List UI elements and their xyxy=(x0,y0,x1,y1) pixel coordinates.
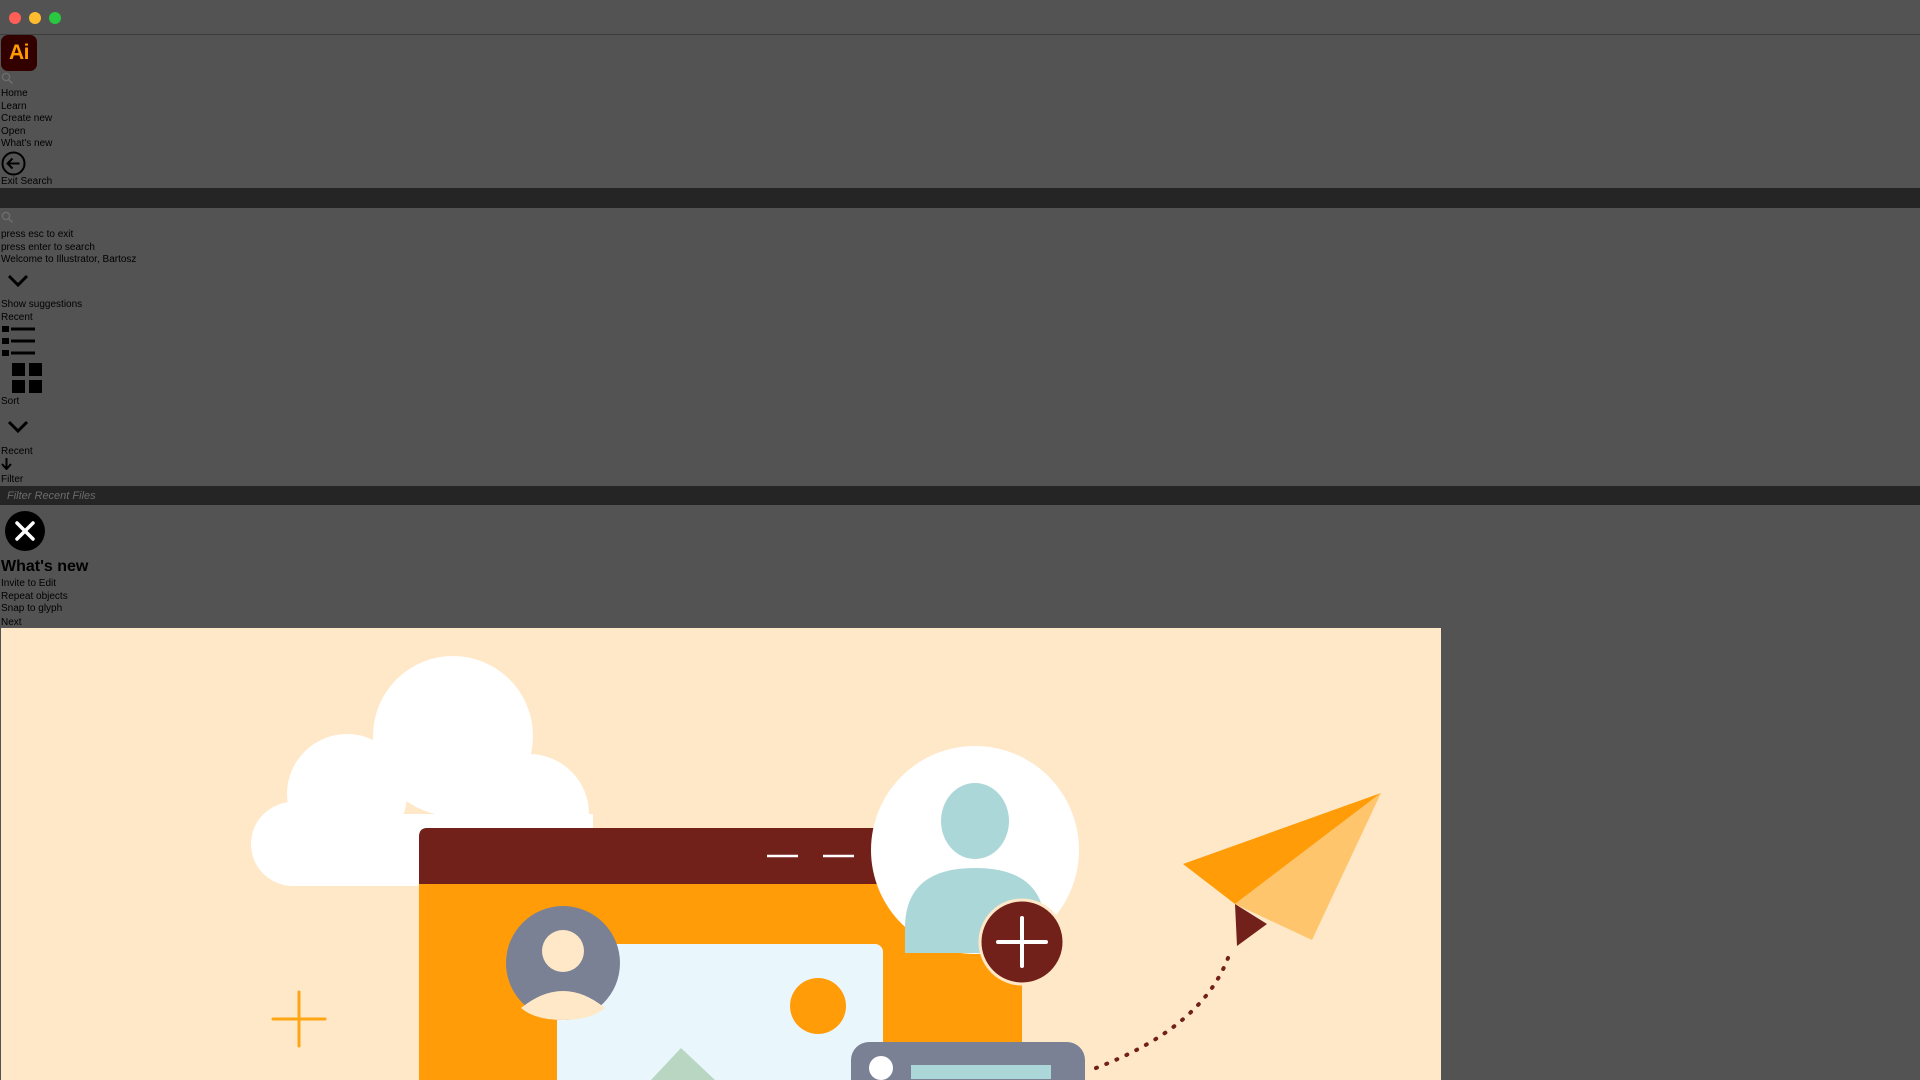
sort-direction-arrow-icon[interactable] xyxy=(1,458,12,470)
whats-new-item-invite-to-edit[interactable]: Invite to Edit xyxy=(1,578,68,591)
nav-item-learn[interactable]: Learn xyxy=(1,101,52,114)
sparkle-shape xyxy=(271,990,327,1048)
search-bar[interactable] xyxy=(0,188,1920,208)
exit-search-button[interactable]: Exit Search xyxy=(1,176,52,189)
hint-enter-search: press enter to search xyxy=(1,241,95,253)
search-field-icon xyxy=(1,211,13,223)
window-titlebar xyxy=(0,0,1920,35)
sort-dropdown[interactable]: Recent xyxy=(1,446,33,459)
search-hints: press esc to exit press enter to search … xyxy=(1,229,136,267)
filter-recent-files-input[interactable] xyxy=(0,486,1920,505)
nav-item-open[interactable]: Open xyxy=(1,126,52,139)
arrow-left-circle-icon[interactable] xyxy=(1,151,26,176)
sort-label: Sort xyxy=(1,396,20,407)
flight-path xyxy=(1094,956,1230,1070)
window-close-button[interactable] xyxy=(9,12,21,24)
whats-new-title: What's new xyxy=(1,558,89,575)
sun-shape xyxy=(790,978,846,1034)
whats-new-item-repeat-objects[interactable]: Repeat objects xyxy=(1,591,68,604)
list-view-icon[interactable] xyxy=(1,325,36,358)
nav-item-home[interactable]: Home xyxy=(1,88,52,101)
window-minimize-button[interactable] xyxy=(29,12,41,24)
sidebar-nav: Home Learn Create new Open What's new xyxy=(1,88,52,151)
whats-new-item-snap-to-glyph[interactable]: Snap to glyph xyxy=(1,603,68,616)
show-suggestions-button[interactable]: Show suggestions xyxy=(1,299,82,312)
chevron-down-icon[interactable] xyxy=(6,418,30,436)
welcome-message: Welcome to Illustrator, Bartosz xyxy=(1,254,137,265)
chevron-down-icon[interactable] xyxy=(6,272,30,290)
close-icon[interactable] xyxy=(4,510,46,552)
nav-item-whats-new[interactable]: What's new xyxy=(1,138,52,151)
search-icon[interactable] xyxy=(1,72,14,85)
collaboration-illustration xyxy=(251,656,1381,1080)
whats-new-list: Invite to Edit Repeat objects Snap to gl… xyxy=(1,578,68,616)
recent-heading: Recent xyxy=(1,312,33,323)
illustrator-logo: Ai xyxy=(1,35,37,71)
nav-item-create-new[interactable]: Create new xyxy=(1,113,52,126)
grid-view-icon[interactable] xyxy=(11,362,43,394)
filter-label: Filter xyxy=(1,474,24,485)
whats-new-illustration xyxy=(1,628,1441,1080)
hint-esc-exit: press esc to exit xyxy=(1,229,74,240)
window-maximize-button[interactable] xyxy=(49,12,61,24)
